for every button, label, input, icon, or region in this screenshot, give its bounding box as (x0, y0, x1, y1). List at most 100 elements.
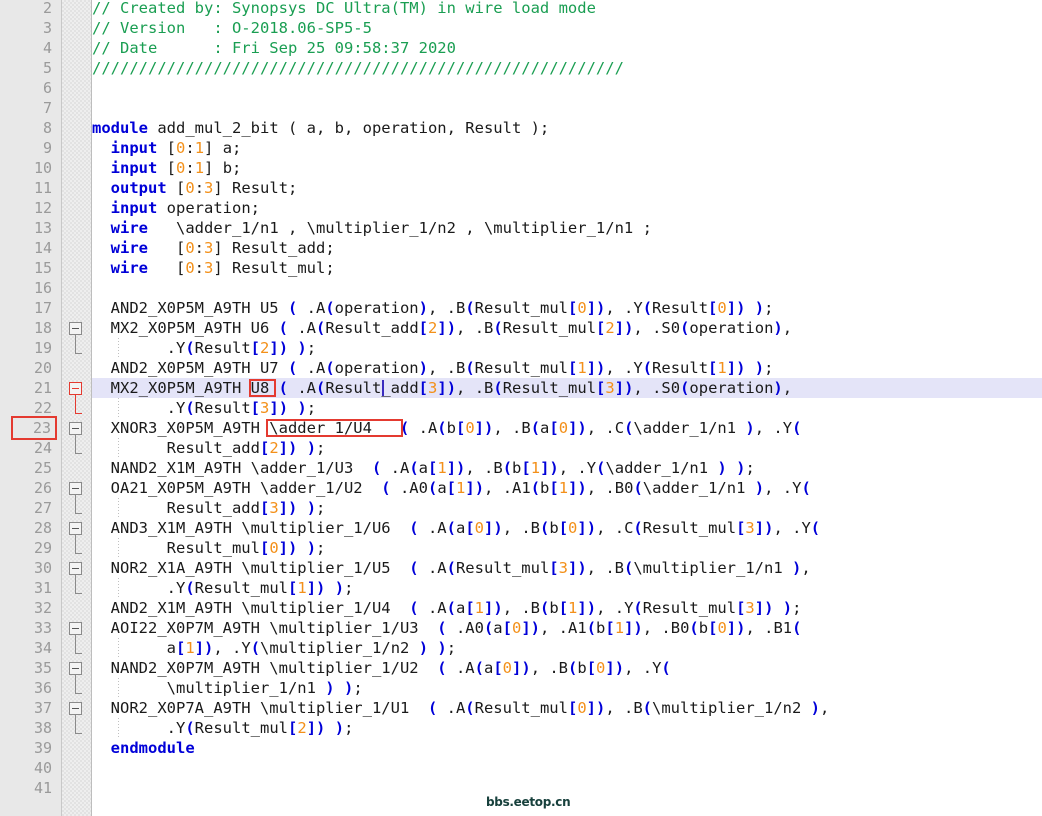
code-line[interactable]: 20 AND2_X0P5M_A9TH U7 ( .A(operation), .… (0, 358, 1042, 378)
code-line-text[interactable]: MX2_X0P5M_A9TH U6 ( .A(Result_add[2]), .… (92, 318, 792, 338)
line-number[interactable]: 12 (0, 198, 52, 218)
code-line-text[interactable]: // Date : Fri Sep 25 09:58:37 2020 (92, 38, 456, 58)
line-number[interactable]: 26 (0, 478, 52, 498)
line-number[interactable]: 34 (0, 638, 52, 658)
code-line-text[interactable]: AND2_X0P5M_A9TH U5 ( .A(operation), .B(R… (92, 298, 774, 318)
line-number[interactable]: 8 (0, 118, 52, 138)
code-line-text[interactable]: AND3_X1M_A9TH \multiplier_1/U6 ( .A(a[0]… (92, 518, 820, 538)
code-line[interactable]: 31 .Y(Result_mul[1]) ); (0, 578, 1042, 598)
code-line-text[interactable]: // Created by: Synopsys DC Ultra(TM) in … (92, 0, 596, 18)
code-line[interactable]: 38 .Y(Result_mul[2]) ); (0, 718, 1042, 738)
code-line[interactable]: 29 Result_mul[0]) ); (0, 538, 1042, 558)
code-line[interactable]: 35 NAND2_X0P7M_A9TH \multiplier_1/U2 ( .… (0, 658, 1042, 678)
line-number[interactable]: 4 (0, 38, 52, 58)
code-line[interactable]: 13 wire \adder_1/n1 , \multiplier_1/n2 ,… (0, 218, 1042, 238)
code-line-text[interactable]: endmodule (92, 738, 195, 758)
line-number[interactable]: 32 (0, 598, 52, 618)
code-line-text[interactable]: a[1]), .Y(\multiplier_1/n2 ) ); (92, 638, 456, 658)
code-line[interactable]: 14 wire [0:3] Result_add; (0, 238, 1042, 258)
code-line-text[interactable]: AOI22_X0P7M_A9TH \multiplier_1/U3 ( .A0(… (92, 618, 802, 638)
line-number[interactable]: 38 (0, 718, 52, 738)
line-number[interactable]: 22 (0, 398, 52, 418)
line-number[interactable]: 30 (0, 558, 52, 578)
line-number[interactable]: 40 (0, 758, 52, 778)
code-line[interactable]: 16 (0, 278, 1042, 298)
code-line-text[interactable]: NOR2_X0P7A_A9TH \multiplier_1/U1 ( .A(Re… (92, 698, 830, 718)
code-line[interactable]: 28 AND3_X1M_A9TH \multiplier_1/U6 ( .A(a… (0, 518, 1042, 538)
code-line-text[interactable]: NAND2_X1M_A9TH \adder_1/U3 ( .A(a[1]), .… (92, 458, 755, 478)
line-number[interactable]: 23 (11, 416, 57, 440)
line-number[interactable]: 5 (0, 58, 52, 78)
code-line[interactable]: 19 .Y(Result[2]) ); (0, 338, 1042, 358)
line-number[interactable]: 29 (0, 538, 52, 558)
line-number[interactable]: 14 (0, 238, 52, 258)
code-line[interactable]: 25 NAND2_X1M_A9TH \adder_1/U3 ( .A(a[1])… (0, 458, 1042, 478)
line-number[interactable]: 17 (0, 298, 52, 318)
line-number[interactable]: 27 (0, 498, 52, 518)
code-line[interactable]: 6 (0, 78, 1042, 98)
code-line-text[interactable]: \multiplier_1/n1 ) ); (92, 678, 363, 698)
code-line-text[interactable]: module add_mul_2_bit ( a, b, operation, … (92, 118, 549, 138)
code-line-text[interactable]: output [0:3] Result; (92, 178, 298, 198)
code-line[interactable]: 21 MX2_X0P5M_A9TH U8 ( .A(Result_add[3])… (0, 378, 1042, 398)
code-line-text[interactable]: Result_add[2]) ); (92, 438, 326, 458)
code-line[interactable]: 10 input [0:1] b; (0, 158, 1042, 178)
code-line[interactable]: 2 // Created by: Synopsys DC Ultra(TM) in… (0, 0, 1042, 18)
code-line-text[interactable]: ////////////////////////////////////////… (92, 58, 624, 78)
code-line[interactable]: 27 Result_add[3]) ); (0, 498, 1042, 518)
code-line-text[interactable]: MX2_X0P5M_A9TH U8 ( .A(Result_add[3]), .… (92, 378, 792, 398)
code-line[interactable]: 36 \multiplier_1/n1 ) ); (0, 678, 1042, 698)
line-number[interactable]: 33 (0, 618, 52, 638)
code-line-text[interactable]: XNOR3_X0P5M_A9TH \adder 1/U4 ( .A(b[0]),… (92, 418, 802, 438)
code-line-text[interactable]: input [0:1] b; (92, 158, 242, 178)
line-number[interactable]: 41 (0, 778, 52, 798)
line-number[interactable]: 13 (0, 218, 52, 238)
code-line-text[interactable]: wire [0:3] Result_add; (92, 238, 335, 258)
line-number[interactable]: 3 (0, 18, 52, 38)
line-number[interactable]: 7 (0, 98, 52, 118)
code-line-text[interactable]: AND2_X1M_A9TH \multiplier_1/U4 ( .A(a[1]… (92, 598, 802, 618)
code-line-text[interactable]: Result_mul[0]) ); (92, 538, 326, 558)
line-number[interactable]: 37 (0, 698, 52, 718)
line-number[interactable]: 11 (0, 178, 52, 198)
code-line[interactable]: 34 a[1]), .Y(\multiplier_1/n2 ) ); (0, 638, 1042, 658)
code-line-text[interactable]: NOR2_X1A_A9TH \multiplier_1/U5 ( .A(Resu… (92, 558, 811, 578)
line-number[interactable]: 9 (0, 138, 52, 158)
code-line[interactable]: 17 AND2_X0P5M_A9TH U5 ( .A(operation), .… (0, 298, 1042, 318)
line-number[interactable]: 10 (0, 158, 52, 178)
line-number[interactable]: 31 (0, 578, 52, 598)
line-number[interactable]: 35 (0, 658, 52, 678)
code-line[interactable]: 5 ///////////////////////////////////////… (0, 58, 1042, 78)
line-number[interactable]: 20 (0, 358, 52, 378)
line-number[interactable]: 15 (0, 258, 52, 278)
code-line[interactable]: 22 .Y(Result[3]) ); (0, 398, 1042, 418)
code-line-text[interactable]: input operation; (92, 198, 260, 218)
code-line[interactable]: 11 output [0:3] Result; (0, 178, 1042, 198)
code-line[interactable]: 24 Result_add[2]) ); (0, 438, 1042, 458)
line-number[interactable]: 36 (0, 678, 52, 698)
line-number[interactable]: 21 (0, 378, 52, 398)
code-line[interactable]: 7 (0, 98, 1042, 118)
code-line-text[interactable]: NAND2_X0P7M_A9TH \multiplier_1/U2 ( .A(a… (92, 658, 671, 678)
line-number[interactable]: 25 (0, 458, 52, 478)
code-line[interactable]: 32 AND2_X1M_A9TH \multiplier_1/U4 ( .A(a… (0, 598, 1042, 618)
line-number[interactable]: 28 (0, 518, 52, 538)
line-number[interactable]: 39 (0, 738, 52, 758)
code-line[interactable]: 8 module add_mul_2_bit ( a, b, operation,… (0, 118, 1042, 138)
code-line[interactable]: 33 AOI22_X0P7M_A9TH \multiplier_1/U3 ( .… (0, 618, 1042, 638)
code-line-text[interactable]: .Y(Result[3]) ); (92, 398, 316, 418)
line-number[interactable]: 2 (0, 0, 52, 18)
code-line[interactable]: 18 MX2_X0P5M_A9TH U6 ( .A(Result_add[2])… (0, 318, 1042, 338)
code-line-text[interactable]: Result_add[3]) ); (92, 498, 326, 518)
code-line[interactable]: 40 (0, 758, 1042, 778)
code-editor[interactable]: 2 // Created by: Synopsys DC Ultra(TM) in… (0, 0, 1042, 816)
code-line[interactable]: 9 input [0:1] a; (0, 138, 1042, 158)
line-number[interactable]: 24 (0, 438, 52, 458)
line-number[interactable]: 16 (0, 278, 52, 298)
code-line[interactable]: 37 NOR2_X0P7A_A9TH \multiplier_1/U1 ( .A… (0, 698, 1042, 718)
code-line-text[interactable]: .Y(Result_mul[2]) ); (92, 718, 354, 738)
code-line[interactable]: 39 endmodule (0, 738, 1042, 758)
code-line[interactable]: 4 // Date : Fri Sep 25 09:58:37 2020 (0, 38, 1042, 58)
code-line[interactable]: 23 XNOR3_X0P5M_A9TH \adder 1/U4 ( .A(b[0… (0, 416, 1042, 440)
code-line-text[interactable]: wire \adder_1/n1 , \multiplier_1/n2 , \m… (92, 218, 652, 238)
